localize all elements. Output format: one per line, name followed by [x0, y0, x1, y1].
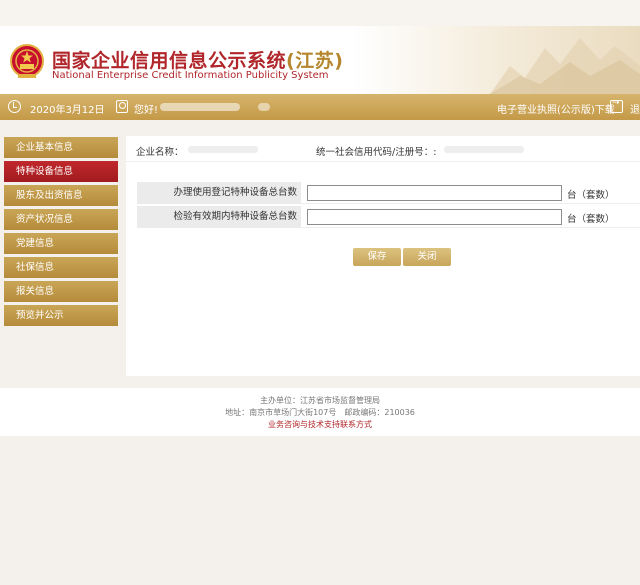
user-icon: [116, 100, 128, 113]
info-bar: 2020年3月12日 您好! 电子营业执照(公示版)下载 退: [0, 94, 640, 120]
unit-label: 台（套数）: [567, 190, 615, 201]
form-cell: 台（套数）: [301, 206, 640, 228]
site-title-english: National Enterprise Credit Information P…: [52, 70, 329, 81]
form-label: 办理使用登记特种设备总台数: [137, 182, 301, 204]
site-title: 国家企业信用信息公示系统(江苏): [52, 46, 343, 73]
sidebar-item-assets[interactable]: 资产状况信息: [4, 209, 118, 230]
sidebar-item-special-equipment[interactable]: 特种设备信息: [4, 161, 118, 182]
sidebar-nav: 企业基本信息 特种设备信息 股东及出资信息 资产状况信息 党建信息 社保信息 报…: [4, 137, 118, 329]
current-date: 2020年3月12日: [30, 105, 105, 116]
exit-icon[interactable]: [610, 98, 623, 113]
redacted-enterprise-name: [188, 146, 258, 153]
top-strip: [0, 0, 640, 26]
footer-support-link[interactable]: 业务咨询与技术支持联系方式: [0, 419, 640, 431]
footer-address: 地址：南京市草场门大街107号 邮政编码：210036: [225, 408, 415, 417]
sidebar-item-social-security[interactable]: 社保信息: [4, 257, 118, 278]
enterprise-info-row: 企业名称： 统一社会信用代码/注册号：:: [126, 136, 640, 162]
exit-link[interactable]: 退: [630, 101, 640, 116]
sidebar-item-basic-info[interactable]: 企业基本信息: [4, 137, 118, 158]
inspected-equipment-count-input[interactable]: [307, 209, 562, 225]
sidebar-item-preview-publish[interactable]: 预览并公示: [4, 305, 118, 326]
clock-icon: [8, 100, 21, 113]
form-cell: 台（套数）: [301, 182, 640, 204]
mountain-decoration-icon: [490, 38, 640, 94]
form-label: 检验有效期内特种设备总台数: [137, 206, 301, 228]
unit-label: 台（套数）: [567, 214, 615, 225]
sidebar-item-party[interactable]: 党建信息: [4, 233, 118, 254]
sidebar-item-shareholders[interactable]: 股东及出资信息: [4, 185, 118, 206]
registered-equipment-count-input[interactable]: [307, 185, 562, 201]
main-content: 企业名称： 统一社会信用代码/注册号：: 办理使用登记特种设备总台数 台（套数）…: [126, 136, 640, 376]
redacted-username: [160, 103, 240, 111]
sidebar-item-customs[interactable]: 报关信息: [4, 281, 118, 302]
enterprise-name-label: 企业名称：: [136, 147, 184, 158]
footer-sponsor: 主办单位：江苏省市场监督管理局: [260, 396, 380, 405]
credit-code-label: 统一社会信用代码/注册号：:: [316, 147, 437, 158]
redacted-username-extra: [258, 103, 270, 111]
site-title-main: 国家企业信用信息公示系统: [52, 50, 287, 72]
site-title-region: (江苏): [286, 50, 344, 72]
form-row: 办理使用登记特种设备总台数 台（套数）: [137, 182, 640, 204]
license-download-link[interactable]: 电子营业执照(公示版)下载: [497, 101, 615, 116]
close-button[interactable]: 关闭: [403, 248, 451, 266]
form-row: 检验有效期内特种设备总台数 台（套数）: [137, 206, 640, 228]
welcome-text: 您好!: [134, 105, 159, 116]
redacted-credit-code: [444, 146, 524, 153]
save-button[interactable]: 保存: [353, 248, 401, 266]
national-emblem-icon: [10, 44, 44, 78]
site-footer: 主办单位：江苏省市场监督管理局 地址：南京市草场门大街107号 邮政编码：210…: [0, 388, 640, 436]
